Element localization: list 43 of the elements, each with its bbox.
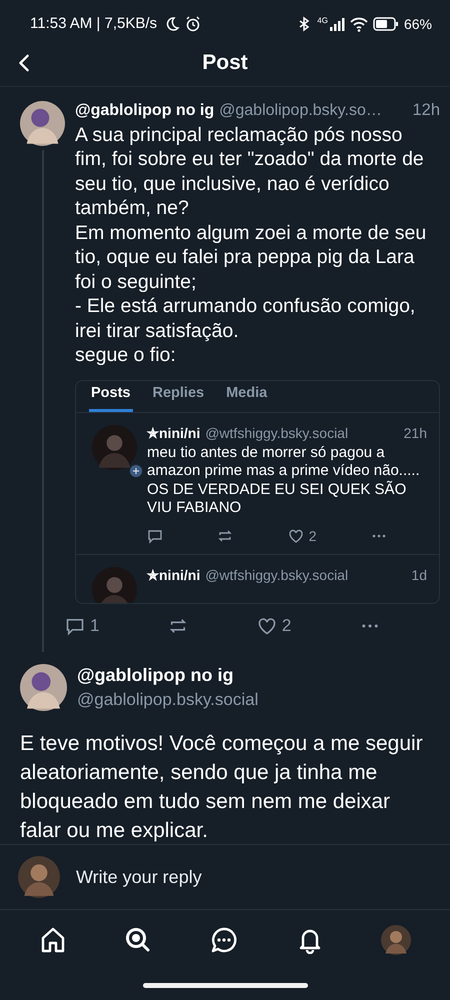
home-indicator[interactable] <box>142 982 308 988</box>
heart-icon[interactable] <box>256 616 277 636</box>
heart-icon[interactable] <box>288 528 304 544</box>
feed-tab[interactable]: Posts <box>89 380 132 412</box>
alarm-icon <box>185 16 202 32</box>
user-handle[interactable]: @wtfshiggy.bsky.social <box>205 424 348 441</box>
post-time: 12h <box>412 100 440 120</box>
post-time: 1d <box>411 566 427 583</box>
user-handle[interactable]: @gablolipop.bsky.so… <box>219 102 382 120</box>
user-handle[interactable]: @gablolipop.bsky.social <box>77 690 258 710</box>
status-time: 11:53 AM | 7,5KB/s <box>30 15 158 32</box>
follow-plus-icon[interactable] <box>129 464 143 478</box>
user-handle[interactable]: @wtfshiggy.bsky.social <box>205 566 348 583</box>
back-icon[interactable] <box>18 54 30 72</box>
reply-count: 1 <box>90 616 100 636</box>
display-name[interactable]: ✯nini/ni <box>147 424 200 441</box>
battery-percent: 66% <box>404 16 432 32</box>
post-text: A sua principal reclamação pós nosso fim, foi sobre eu ter "zoado" da morte de seu tio, que inclusive, nao é verídico também, ne? Em momento algum zoei a morte de seu tio, oque eu falei pra peppa pig da Lara foi o seguinte; - Ele está arrumando confusão comigo, irei tirar satisfação. segue o fio: <box>75 122 428 368</box>
display-name[interactable]: @gablolipop no ig <box>75 102 214 120</box>
like-count: 2 <box>282 616 292 636</box>
post-time: 21h <box>404 424 427 441</box>
avatar[interactable] <box>20 664 67 711</box>
avatar[interactable] <box>20 100 65 146</box>
profile-avatar[interactable] <box>381 925 412 955</box>
network-label: 4G <box>317 16 328 25</box>
display-name[interactable]: @gablolipop no ig <box>77 664 258 686</box>
battery-icon <box>372 16 399 31</box>
search-icon[interactable] <box>124 926 152 954</box>
reply-field[interactable]: Write your reply <box>74 866 432 888</box>
repost-icon[interactable] <box>217 528 234 544</box>
post-text: E teve motivos! Você começou a me seguir aleatoriamente, sendo que ja tinha me bloqueado em tudo sem nem me deixar falar ou me explicar. <box>20 730 424 844</box>
signal-icon <box>328 16 345 32</box>
feed-tab[interactable]: Replies <box>150 380 206 412</box>
chat-icon[interactable] <box>210 926 238 954</box>
display-name[interactable]: ✯nini/ni <box>147 566 200 583</box>
feed-tab[interactable]: Media <box>224 380 270 412</box>
like-count: 2 <box>308 528 317 544</box>
moon-icon <box>164 16 180 32</box>
avatar <box>18 856 60 898</box>
page-title: Post <box>202 50 248 75</box>
reply-icon[interactable] <box>147 528 163 544</box>
post-text: meu tio antes de morrer só pagou a amazon prime mas a prime vídeo não..... OS DE VERDADE EU SEI QUEK SÃO VIU FABIANO <box>147 444 421 518</box>
wifi-icon <box>350 16 368 32</box>
